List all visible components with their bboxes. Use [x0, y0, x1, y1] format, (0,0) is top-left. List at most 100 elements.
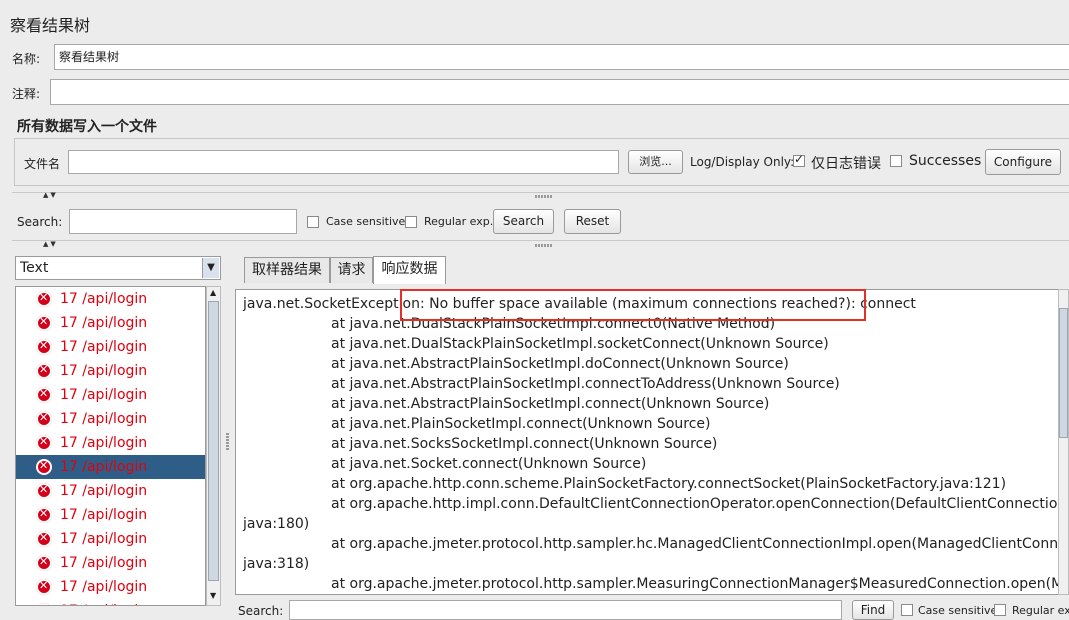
response-line: at java.net.SocksSocketImpl.connect(Unkn…: [331, 436, 718, 452]
response-line: java:180): [243, 516, 310, 532]
result-row[interactable]: 17 /api/login: [16, 311, 205, 335]
results-tree[interactable]: 17 /api/login 17 /api/login 17 /api/login 1…: [15, 286, 206, 606]
name-field[interactable]: 察看结果树: [54, 44, 1069, 70]
result-row[interactable]: 17 /api/login: [16, 599, 205, 605]
bottom-case-checkbox[interactable]: [901, 604, 913, 616]
browse-button[interactable]: 浏览...: [628, 150, 683, 174]
file-name-input[interactable]: [68, 150, 619, 174]
error-shield-icon: [36, 411, 52, 427]
response-line: at java.net.AbstractPlainSocketImpl.conn…: [331, 396, 770, 412]
result-row[interactable]: 17 /api/login: [16, 335, 205, 359]
search-button[interactable]: Search: [493, 209, 554, 234]
configure-button[interactable]: Configure: [985, 149, 1061, 175]
renderer-select[interactable]: Text ▼: [15, 256, 221, 280]
chevron-down-icon[interactable]: ▼: [202, 258, 219, 278]
bottom-case-label: Case sensitive: [918, 604, 998, 617]
bottom-regex-checkbox[interactable]: [994, 604, 1006, 616]
splitter-arrows-icon[interactable]: ▲▼: [43, 191, 58, 199]
annotation-highlight-box: [400, 289, 866, 321]
search-input[interactable]: [69, 209, 297, 234]
reset-button[interactable]: Reset: [564, 209, 621, 234]
find-button[interactable]: Find: [852, 600, 894, 620]
error-shield-icon: [36, 387, 52, 403]
result-label: 17 /api/login: [60, 459, 148, 475]
splitter-middle: [12, 240, 1069, 241]
regular-exp-label: Regular exp.: [424, 215, 494, 228]
result-row[interactable]: 17 /api/login: [16, 431, 205, 455]
result-row[interactable]: 17 /api/login: [16, 407, 205, 431]
errors-only-checkbox[interactable]: [793, 152, 805, 167]
tab-request[interactable]: 请求: [330, 257, 373, 283]
window-title: 察看结果树: [10, 16, 91, 35]
file-section-title: 所有数据写入一个文件: [17, 119, 157, 135]
splitter-arrows-icon-2[interactable]: ▲▼: [43, 240, 58, 248]
scroll-up-icon[interactable]: ▲: [210, 288, 216, 297]
file-label: 文件名: [24, 157, 61, 171]
result-row[interactable]: 17 /api/login: [16, 575, 205, 599]
vertical-splitter-grip-icon[interactable]: [226, 432, 229, 450]
successes-checkbox[interactable]: [890, 155, 902, 167]
response-scrollbar[interactable]: [1058, 289, 1069, 595]
case-sensitive-label: Case sensitive: [326, 215, 406, 228]
renderer-select-value: Text: [20, 260, 49, 276]
result-row[interactable]: 17 /api/login: [16, 383, 205, 407]
response-line: at org.apache.http.impl.conn.DefaultClie…: [331, 496, 1059, 512]
tab-sampler-result[interactable]: 取样器结果: [244, 257, 330, 283]
result-label: 17 /api/login: [60, 603, 147, 605]
error-shield-icon: [36, 363, 52, 379]
result-label: 17 /api/login: [60, 387, 148, 403]
result-row[interactable]: 17 /api/login: [16, 479, 205, 503]
bottom-search-input[interactable]: [289, 600, 842, 620]
search-label: Search:: [17, 215, 63, 229]
errors-only-label: 仅日志错误: [811, 156, 881, 172]
result-label: 17 /api/login: [60, 315, 148, 331]
error-shield-icon: [36, 483, 52, 499]
response-line: at java.net.AbstractPlainSocketImpl.conn…: [331, 376, 840, 392]
response-line: at java.net.DualStackPlainSocketImpl.soc…: [331, 336, 829, 352]
response-text-area[interactable]: java.net.SocketException: No buffer spac…: [235, 289, 1059, 595]
error-shield-icon: [36, 555, 52, 571]
error-shield-icon: [36, 507, 52, 523]
response-line: at org.apache.jmeter.protocol.http.sampl…: [331, 536, 1059, 552]
result-row[interactable]: 17 /api/login: [16, 551, 205, 575]
error-shield-icon: [36, 579, 52, 595]
results-scroll-thumb[interactable]: [208, 301, 219, 581]
results-scrollbar[interactable]: ▲ ▼: [206, 286, 221, 606]
result-label: 17 /api/login: [60, 579, 148, 595]
result-row[interactable]: 17 /api/login: [16, 287, 205, 311]
result-row[interactable]: 17 /api/login: [16, 359, 205, 383]
response-line: at java.net.PlainSocketImpl.connect(Unkn…: [331, 416, 711, 432]
response-scroll-thumb[interactable]: [1059, 308, 1068, 438]
case-sensitive-checkbox[interactable]: [307, 216, 319, 228]
bottom-search-label: Search:: [238, 604, 284, 618]
response-line: at java.net.AbstractPlainSocketImpl.doCo…: [331, 356, 789, 372]
error-shield-icon: [36, 459, 52, 475]
splitter-grip-icon[interactable]: [535, 195, 553, 198]
result-row[interactable]: 17 /api/login: [16, 527, 205, 551]
comment-label: 注释:: [12, 87, 41, 101]
error-shield-icon: [36, 315, 52, 331]
result-label: 17 /api/login: [60, 507, 148, 523]
result-row[interactable]: 17 /api/login: [16, 503, 205, 527]
result-label: 17 /api/login: [60, 531, 148, 547]
splitter-top: [12, 192, 1069, 193]
result-label: 17 /api/login: [60, 411, 148, 427]
comment-field[interactable]: [50, 79, 1069, 105]
result-label: 17 /api/login: [60, 363, 148, 379]
result-row[interactable]: 17 /api/login: [16, 455, 205, 479]
tab-response-data[interactable]: 响应数据: [373, 256, 446, 284]
scroll-down-icon[interactable]: ▼: [210, 591, 216, 600]
error-shield-icon: [36, 435, 52, 451]
splitter-grip-icon-2[interactable]: [535, 244, 553, 247]
response-line: at java.net.Socket.connect(Unknown Sourc…: [331, 456, 647, 472]
regular-exp-checkbox[interactable]: [405, 216, 417, 228]
result-label: 17 /api/login: [60, 555, 148, 571]
log-display-label: Log/Display Only:: [690, 155, 795, 169]
response-line: java:318): [243, 556, 310, 572]
error-shield-icon: [36, 603, 52, 605]
result-label: 17 /api/login: [60, 483, 148, 499]
bottom-regex-label: Regular exp.: [1012, 604, 1069, 617]
result-label: 17 /api/login: [60, 435, 148, 451]
name-label: 名称:: [12, 52, 41, 66]
result-label: 17 /api/login: [60, 339, 148, 355]
